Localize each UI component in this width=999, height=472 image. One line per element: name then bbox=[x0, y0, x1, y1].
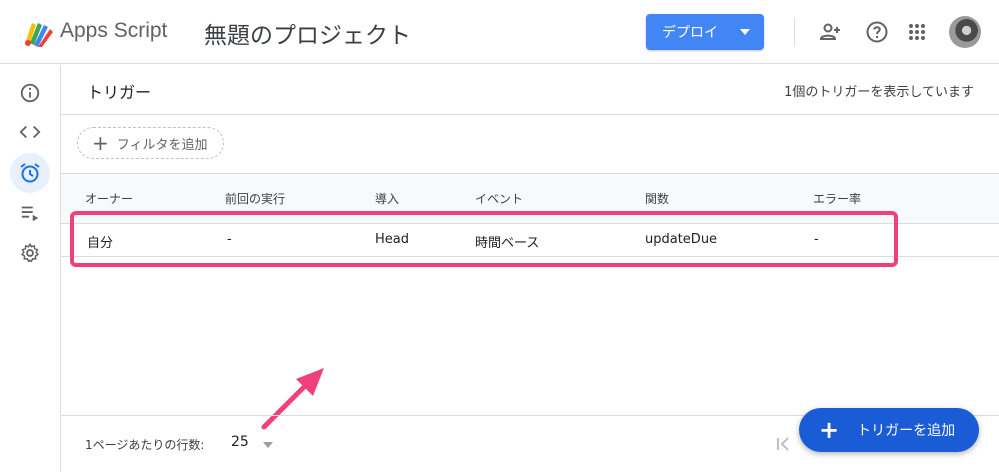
add-trigger-button[interactable]: + トリガーを追加 bbox=[799, 408, 979, 452]
plus-icon: + bbox=[819, 416, 840, 444]
add-filter-button[interactable]: + フィルタを追加 bbox=[77, 127, 224, 159]
column-header-last-run[interactable]: 前回の実行 bbox=[225, 190, 285, 207]
top-bar: Apps Script 無題のプロジェクト デプロイ bbox=[0, 0, 999, 64]
info-icon bbox=[20, 83, 40, 103]
trigger-count-text: 1個のトリガーを表示しています bbox=[784, 85, 974, 100]
app-name: Apps Script bbox=[60, 19, 168, 42]
highlight-annotation bbox=[70, 211, 898, 267]
divider bbox=[794, 18, 795, 46]
add-filter-label: フィルタを追加 bbox=[116, 137, 208, 153]
chevron-down-icon bbox=[740, 29, 750, 35]
divider bbox=[61, 114, 999, 115]
rows-per-page-select[interactable]: 25 bbox=[231, 434, 249, 450]
chevron-down-icon[interactable] bbox=[263, 442, 273, 448]
rows-per-page-label: 1ページあたりの行数: bbox=[85, 438, 205, 452]
column-header-event[interactable]: イベント bbox=[475, 190, 523, 207]
alarm-clock-icon bbox=[20, 163, 40, 183]
code-icon bbox=[19, 125, 41, 139]
sidebar-item-executions[interactable] bbox=[10, 193, 50, 233]
deploy-button[interactable]: デプロイ bbox=[646, 14, 764, 50]
sidebar-item-triggers[interactable] bbox=[10, 153, 50, 193]
project-title[interactable]: 無題のプロジェクト bbox=[204, 16, 411, 50]
column-header-owner[interactable]: オーナー bbox=[85, 190, 133, 207]
apps-script-logo-icon[interactable] bbox=[22, 17, 54, 47]
plus-icon: + bbox=[92, 131, 109, 155]
gear-icon bbox=[21, 242, 39, 263]
deploy-label: デプロイ bbox=[662, 25, 718, 41]
column-header-error-rate[interactable]: エラー率 bbox=[813, 190, 861, 207]
sidebar bbox=[0, 65, 61, 472]
column-header-deployment[interactable]: 導入 bbox=[375, 190, 399, 207]
apps-grid-icon[interactable] bbox=[905, 20, 929, 44]
help-icon[interactable] bbox=[865, 20, 889, 44]
executions-list-icon bbox=[21, 206, 39, 222]
add-trigger-label: トリガーを追加 bbox=[857, 423, 956, 439]
add-person-icon[interactable] bbox=[818, 20, 842, 44]
avatar[interactable] bbox=[949, 16, 981, 48]
sidebar-item-editor[interactable] bbox=[10, 112, 50, 152]
first-page-icon[interactable] bbox=[775, 434, 793, 454]
column-header-function[interactable]: 関数 bbox=[645, 190, 669, 207]
sidebar-item-settings[interactable] bbox=[10, 233, 50, 273]
sidebar-item-overview[interactable] bbox=[10, 73, 50, 113]
page-title: トリガー bbox=[87, 83, 152, 102]
